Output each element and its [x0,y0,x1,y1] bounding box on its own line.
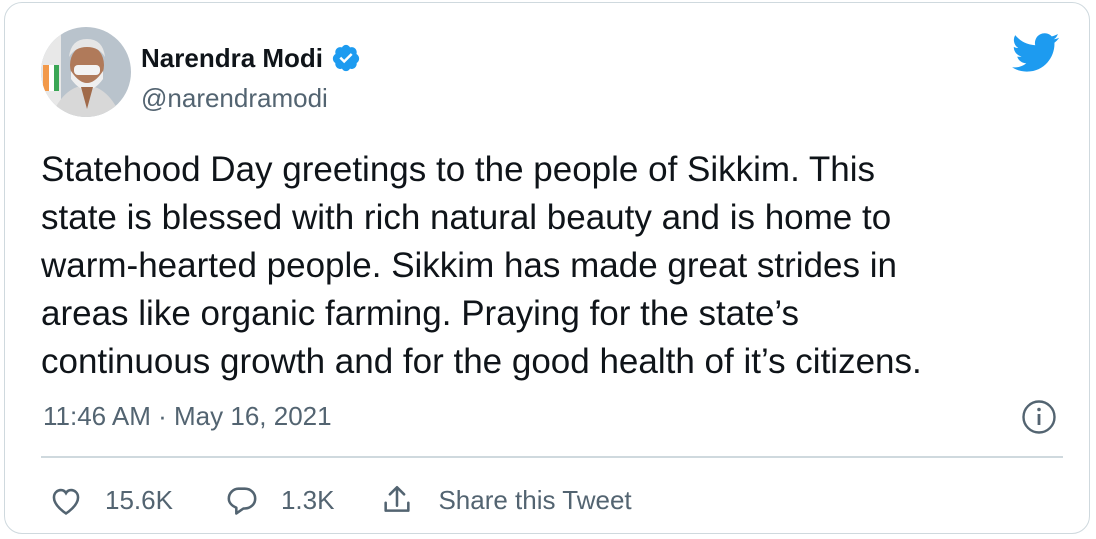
share-icon [384,485,411,512]
author-handle[interactable]: @narendramodi [141,83,328,113]
like-button[interactable]: 15.6K [49,484,173,516]
tweet-timestamp[interactable]: 11:46 AM · May 16, 2021 [43,401,332,431]
author-name-row[interactable]: Narendra Modi [141,43,361,73]
reply-bubble-icon [227,487,257,515]
tweet-actions: 15.6K 1.3K Share this Tweet [49,481,632,519]
twitter-bird-icon[interactable] [1012,33,1060,73]
reply-button[interactable]: 1.3K [225,484,335,516]
share-button[interactable]: Share this Tweet [380,483,632,517]
tweet-card: Narendra Modi @narendramodi Statehood Da… [4,2,1090,534]
reply-count: 1.3K [280,485,335,515]
tweet-text: Statehood Day greetings to the people of… [41,150,922,381]
avatar[interactable] [41,27,131,117]
like-count: 15.6K [105,485,173,515]
share-label: Share this Tweet [438,485,632,515]
verified-badge-icon [331,43,361,73]
info-icon[interactable] [1021,399,1057,435]
divider [41,456,1063,458]
heart-icon [52,488,80,515]
author-name[interactable]: Narendra Modi [141,43,323,73]
avatar-photo-icon [41,27,131,117]
